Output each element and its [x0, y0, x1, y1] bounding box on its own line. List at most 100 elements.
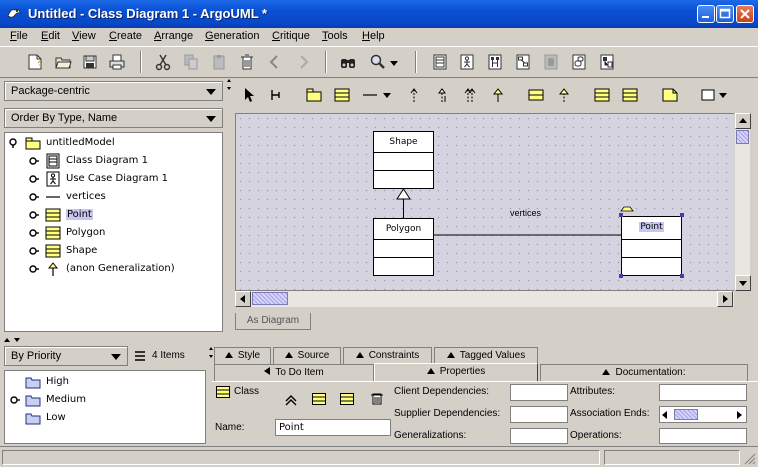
tab-tagged-values[interactable]: Tagged Values — [434, 347, 538, 364]
menu-help[interactable]: Help — [362, 30, 385, 42]
scroll-down-button[interactable] — [735, 275, 751, 291]
tree-toggle-icon[interactable] — [29, 210, 39, 220]
zoom-dropdown-chevron-down-icon[interactable] — [388, 53, 400, 71]
todo-item-high[interactable]: High — [5, 373, 203, 391]
canvas-vertical-scrollbar[interactable] — [734, 113, 751, 291]
realization-tool-icon[interactable] — [556, 87, 572, 103]
menu-generation[interactable]: Generation — [205, 30, 259, 42]
scroll-up-button[interactable] — [735, 113, 751, 129]
tab-constraints[interactable]: Constraints — [343, 347, 432, 364]
tab-style[interactable]: Style — [214, 347, 271, 364]
tree-toggle-icon[interactable] — [29, 156, 39, 166]
left-arrow-icon[interactable] — [660, 409, 670, 421]
tree-toggle-icon[interactable] — [10, 395, 20, 405]
scroll-thumb[interactable] — [252, 292, 288, 305]
go-up-icon[interactable] — [284, 394, 298, 406]
open-project-icon[interactable] — [54, 53, 72, 71]
scroll-left-button[interactable] — [235, 291, 251, 307]
perspective-select[interactable]: Package-centric — [4, 81, 223, 101]
canvas-horizontal-scrollbar[interactable] — [235, 291, 734, 307]
operations-list[interactable] — [659, 428, 747, 444]
tab-todo-item[interactable]: To Do Item — [214, 364, 374, 381]
copy-icon[interactable] — [182, 53, 200, 71]
navigate-back-icon[interactable] — [266, 53, 284, 71]
right-arrow-icon[interactable] — [734, 409, 744, 421]
cut-icon[interactable] — [154, 53, 172, 71]
new-operation-icon[interactable] — [340, 393, 354, 405]
save-project-icon[interactable] — [81, 53, 99, 71]
zoom-icon[interactable] — [369, 53, 387, 71]
find-icon[interactable] — [339, 53, 357, 71]
new-attribute-icon[interactable] — [312, 393, 326, 405]
menu-create[interactable]: Create — [109, 30, 142, 42]
operation-tool-icon[interactable] — [622, 87, 638, 103]
navigate-forward-icon[interactable] — [294, 53, 312, 71]
print-icon[interactable] — [108, 53, 126, 71]
diagram-canvas[interactable]: Shape Polygon Point vertices — [235, 113, 735, 291]
menu-edit[interactable]: Edit — [41, 30, 60, 42]
new-deployment-diagram-icon[interactable] — [598, 53, 616, 71]
resize-grip-icon[interactable] — [744, 453, 756, 465]
new-sequence-diagram-icon[interactable] — [486, 53, 504, 71]
association-label[interactable]: vertices — [510, 208, 541, 218]
minimize-button[interactable] — [697, 5, 715, 23]
todo-sort-select[interactable]: By Priority — [4, 346, 128, 366]
tree-item-anon-generalization[interactable]: (anon Generalization) — [5, 260, 220, 278]
generalizations-list[interactable] — [510, 428, 568, 444]
tree-item-use-case-diagram[interactable]: Use Case Diagram 1 — [5, 170, 220, 188]
shape-chevron-down-icon[interactable] — [718, 87, 728, 103]
generalization-tool-icon[interactable] — [490, 87, 506, 103]
delete-from-model-icon[interactable] — [238, 53, 256, 71]
splitter-arrows-icon[interactable] — [2, 336, 32, 344]
new-use-case-diagram-icon[interactable] — [458, 53, 476, 71]
tree-item-class-diagram[interactable]: Class Diagram 1 — [5, 152, 220, 170]
new-class-diagram-icon[interactable] — [431, 53, 449, 71]
tab-documentation[interactable]: Documentation: — [540, 364, 748, 381]
tree-toggle-icon[interactable] — [29, 228, 39, 238]
todo-item-medium[interactable]: Medium — [5, 391, 203, 409]
dependency-tool-icon[interactable] — [406, 87, 422, 103]
scroll-thumb[interactable] — [736, 130, 749, 144]
tree-item-polygon[interactable]: Polygon — [5, 224, 220, 242]
package-tool-icon[interactable] — [306, 87, 322, 103]
tree-toggle-icon[interactable] — [29, 246, 39, 256]
supplier-dependencies-list[interactable] — [510, 406, 568, 423]
tab-properties[interactable]: Properties — [374, 363, 538, 381]
tree-toggle-icon[interactable] — [29, 192, 39, 202]
close-button[interactable] — [736, 5, 754, 23]
new-project-icon[interactable] — [26, 53, 44, 71]
menu-view[interactable]: View — [72, 30, 96, 42]
todo-item-low[interactable]: Low — [5, 409, 203, 427]
tab-source[interactable]: Source — [273, 347, 341, 364]
scroll-thumb[interactable] — [674, 409, 698, 420]
broom-icon[interactable] — [268, 87, 284, 103]
tab-as-diagram[interactable]: As Diagram — [235, 313, 311, 330]
association-tool-icon[interactable] — [362, 87, 384, 103]
order-select[interactable]: Order By Type, Name — [4, 108, 223, 128]
association-ends-list[interactable] — [659, 406, 747, 423]
tree-item-shape[interactable]: Shape — [5, 242, 220, 260]
tree-item-untitledmodel[interactable]: untitledModel — [5, 134, 220, 152]
delete-icon[interactable] — [370, 392, 384, 406]
tree-item-point[interactable]: Point — [5, 206, 220, 224]
vertical-splitter[interactable] — [226, 78, 232, 340]
paste-icon[interactable] — [210, 53, 228, 71]
select-arrow-icon[interactable] — [242, 87, 258, 103]
association-chevron-down-icon[interactable] — [382, 87, 392, 103]
new-statechart-diagram-icon[interactable] — [542, 53, 560, 71]
menu-arrange[interactable]: Arrange — [154, 30, 193, 42]
menu-file[interactable]: File — [10, 30, 28, 42]
tree-item-vertices[interactable]: vertices — [5, 188, 220, 206]
name-field[interactable]: Point — [275, 419, 391, 436]
menu-critique[interactable]: Critique — [272, 30, 310, 42]
class-tool-icon[interactable] — [334, 87, 350, 103]
usage-tool-icon[interactable] — [462, 87, 478, 103]
scroll-right-button[interactable] — [717, 291, 733, 307]
tree-toggle-icon[interactable] — [29, 264, 39, 274]
tree-toggle-icon[interactable] — [9, 138, 19, 148]
interface-tool-icon[interactable] — [528, 87, 544, 103]
client-dependencies-list[interactable] — [510, 384, 568, 401]
new-collaboration-diagram-icon[interactable] — [514, 53, 532, 71]
attributes-list[interactable] — [659, 384, 747, 401]
maximize-button[interactable] — [716, 5, 734, 23]
